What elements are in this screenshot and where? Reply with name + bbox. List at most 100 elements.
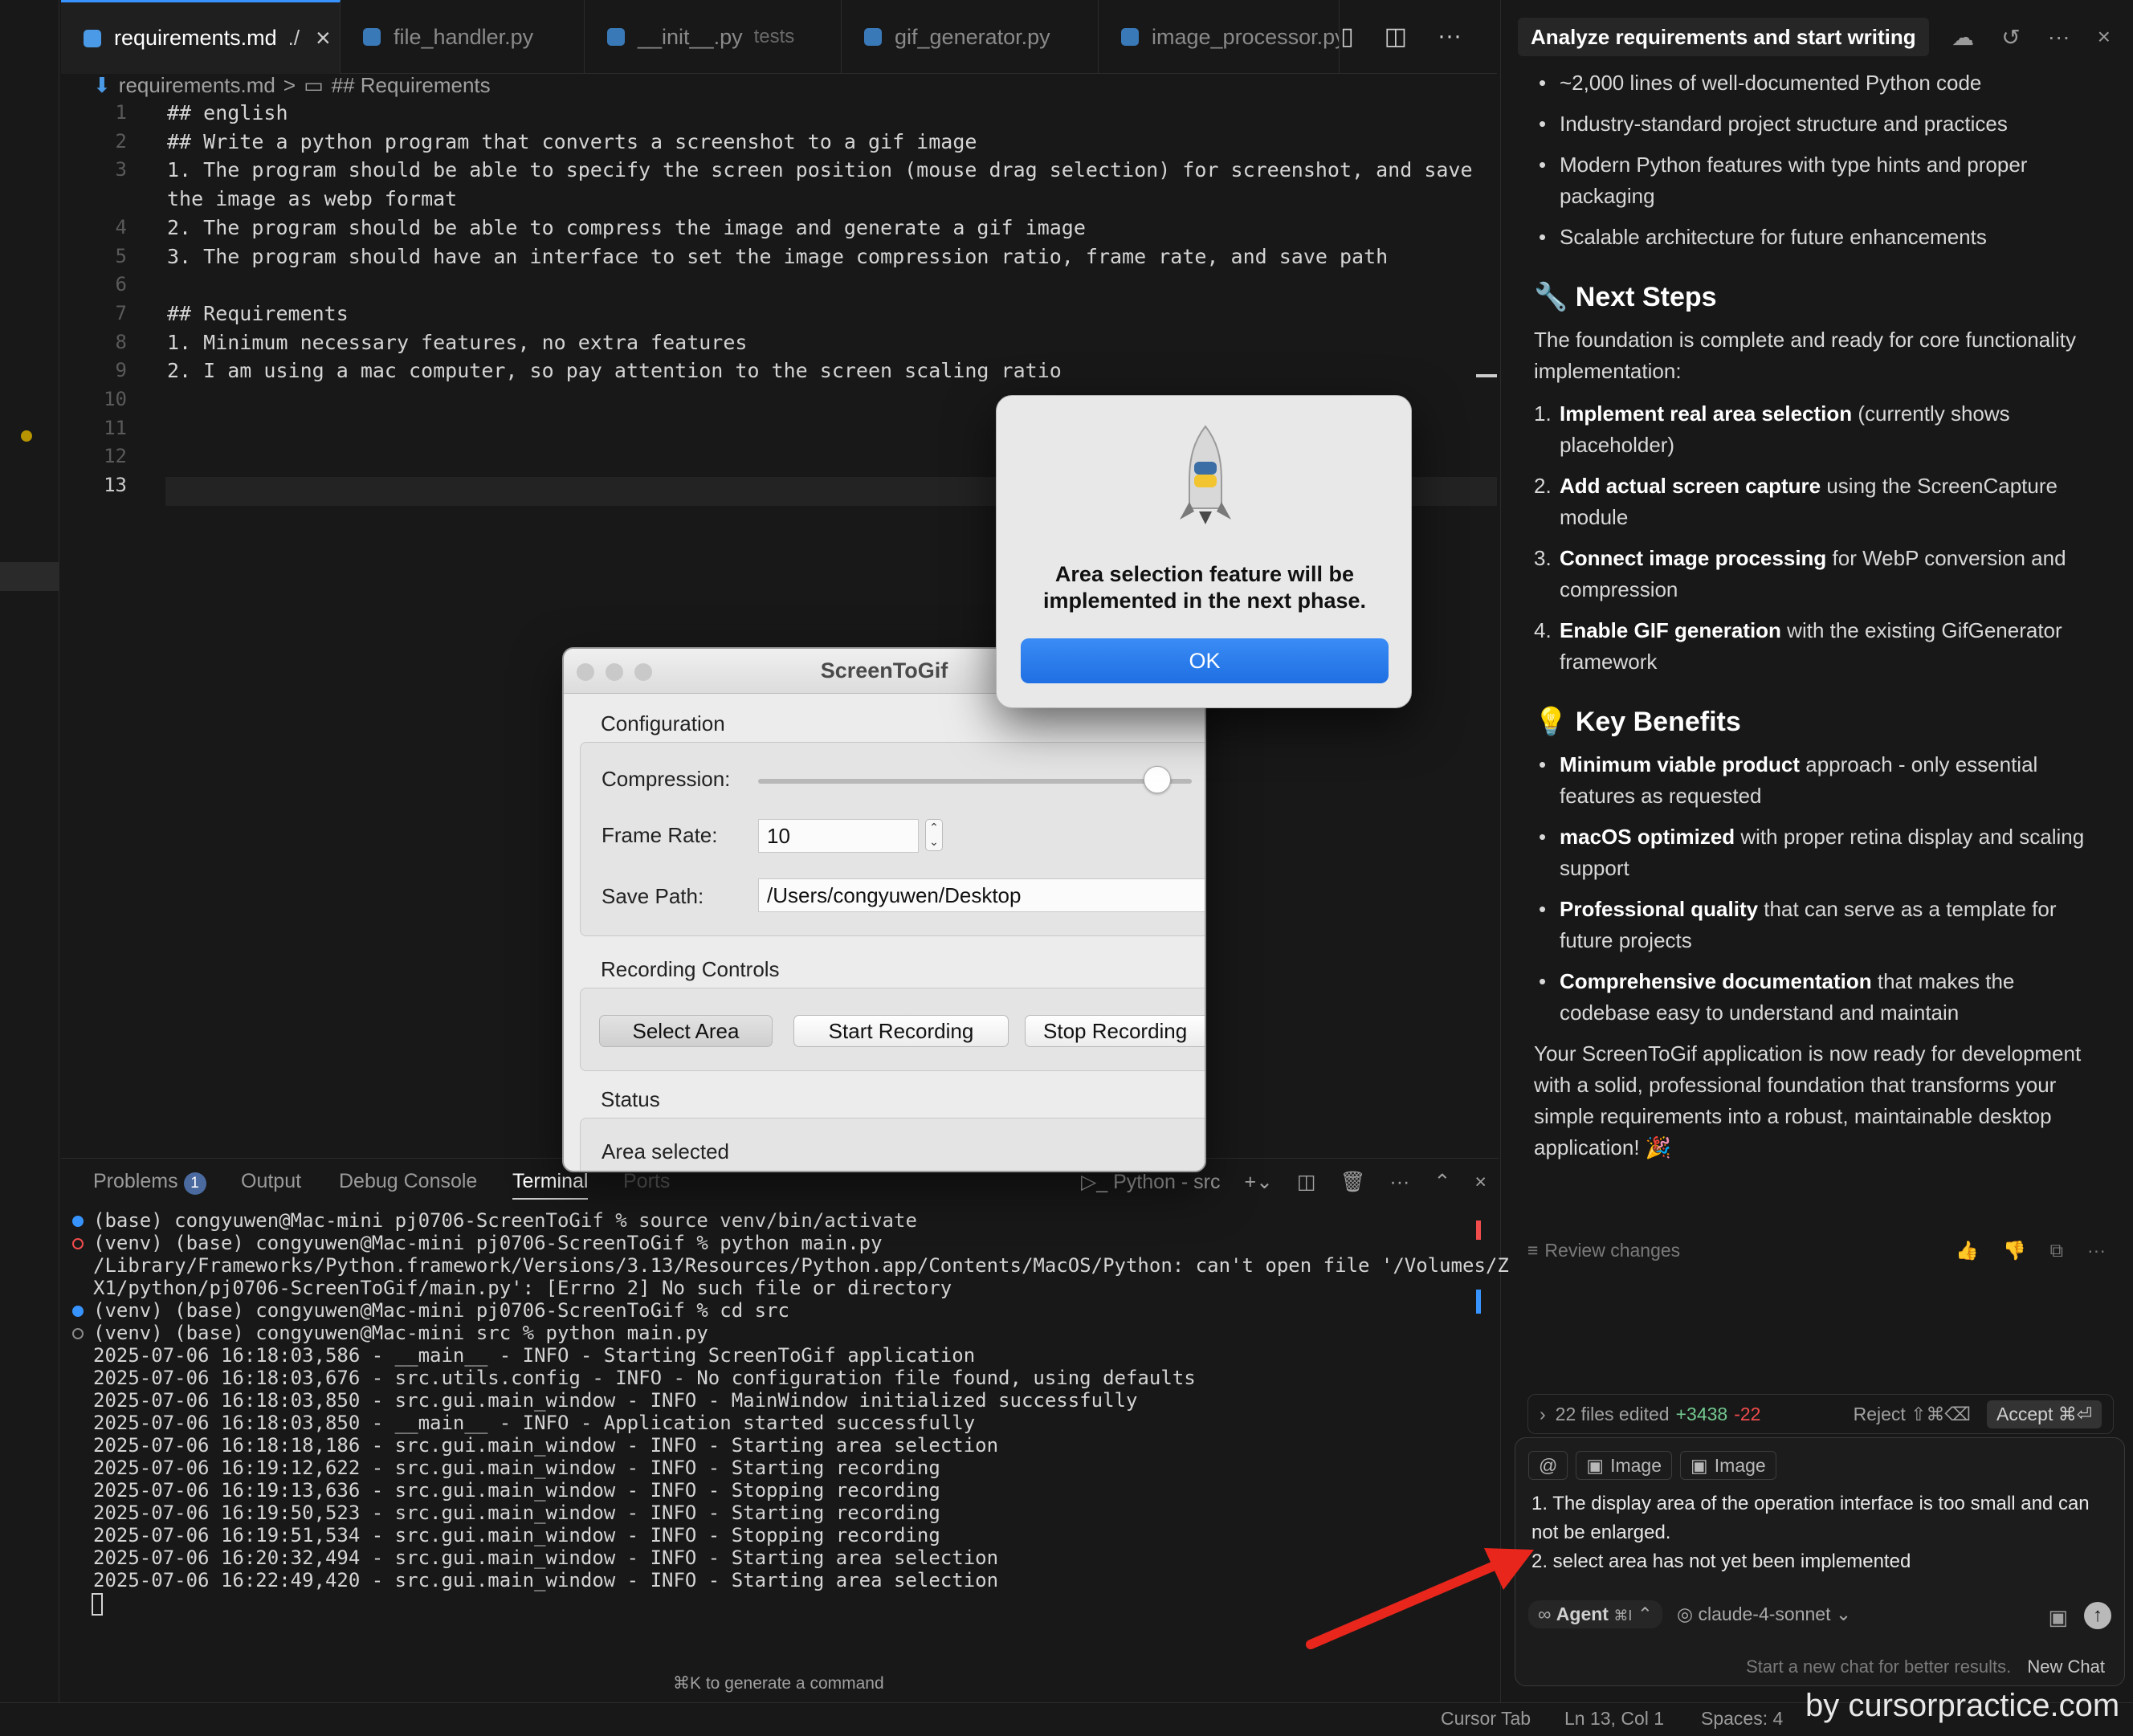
wrench-icon: 🔧 (1534, 282, 1568, 312)
copy-icon[interactable]: ⧉ (2050, 1240, 2063, 1261)
chevron-right-icon[interactable]: › (1540, 1404, 1546, 1425)
tab-requirements-md[interactable]: requirements.md ./ × (61, 0, 341, 74)
breadcrumb-file[interactable]: requirements.md (119, 73, 275, 98)
python-launcher-icon (1180, 425, 1231, 524)
step-bold: Implement real area selection (1560, 401, 1853, 426)
agent-mode-button[interactable]: ∞ Agent ⌘I ⌃ (1528, 1600, 1663, 1628)
command-status-dot[interactable] (72, 1238, 84, 1249)
tab-file-handler-py[interactable]: file_handler.py (341, 0, 585, 74)
tab-label: requirements.md (114, 26, 277, 50)
code-line[interactable]: ## Write a python program that converts … (167, 130, 977, 153)
tab-init-py[interactable]: __init__.py tests (585, 0, 842, 74)
tab-gif-generator-py[interactable]: gif_generator.py (842, 0, 1099, 74)
chat-title[interactable]: Analyze requirements and start writing (1518, 18, 1929, 56)
trash-icon[interactable]: 🗑 (1340, 1171, 1366, 1194)
scroll-marker-info (1476, 1290, 1481, 1314)
command-status-dot[interactable] (72, 1328, 84, 1339)
tab-terminal[interactable]: Terminal (512, 1170, 589, 1200)
more-icon[interactable]: ··· (1389, 1171, 1409, 1194)
cloud-icon[interactable]: ☁ (1952, 24, 1974, 51)
chat-input-box[interactable]: @ ▣ Image ▣ Image 1. The display area of t… (1515, 1437, 2125, 1686)
terminal-line: 2025-07-06 16:19:50,523 - src.gui.main_w… (93, 1502, 940, 1524)
tab-label: __init__.py (638, 24, 743, 49)
summary-bullet: Industry-standard project structure and … (1534, 108, 2088, 140)
tab-ports[interactable]: Ports (623, 1170, 670, 1193)
agent-label: Agent (1556, 1604, 1609, 1624)
files-edited-bar[interactable]: › 22 files edited +3438 -22 Reject ⇧⌘⌫ A… (1527, 1394, 2114, 1434)
stop-recording-button[interactable]: Stop Recording (1025, 1015, 1205, 1047)
accept-button[interactable]: Accept ⌘⏎ (1987, 1400, 2102, 1428)
terminal-icon: ▷_ (1081, 1171, 1114, 1193)
line-number: 4 (115, 215, 127, 238)
more-actions-icon[interactable]: ··· (1438, 22, 1462, 51)
open-preview-icon[interactable]: ▯ (1340, 22, 1354, 51)
more-icon[interactable]: ··· (2087, 1240, 2106, 1261)
compression-slider-knob[interactable] (1143, 766, 1171, 793)
tab-label: gif_generator.py (895, 24, 1050, 49)
close-icon[interactable]: × (2098, 24, 2111, 51)
code-line[interactable]: 3. The program should have an interface … (167, 245, 1388, 268)
step-number: 2. (1534, 474, 1552, 498)
terminal-line: 2025-07-06 16:18:03,586 - __main__ - INF… (93, 1344, 976, 1367)
image-icon: ▣ (1690, 1454, 1708, 1476)
thumbs-down-icon[interactable]: 👎 (2003, 1240, 2026, 1261)
terminal-selector[interactable]: ▷_ Python - src (1081, 1170, 1220, 1194)
frame-rate-input[interactable]: 10 (758, 819, 919, 853)
terminal-line: 2025-07-06 16:18:18,186 - src.gui.main_w… (93, 1434, 999, 1457)
benefit-item: macOS optimized with proper retina displ… (1534, 821, 2088, 884)
start-recording-button[interactable]: Start Recording (793, 1015, 1009, 1047)
split-terminal-icon[interactable]: ◫ (1297, 1170, 1316, 1194)
model-selector[interactable]: ◎ claude-4-sonnet ⌄ (1677, 1604, 1851, 1625)
review-changes-link[interactable]: Review changes (1544, 1240, 1680, 1261)
new-terminal-icon[interactable]: +⌄ (1244, 1170, 1273, 1194)
status-line-col[interactable]: Ln 13, Col 1 (1564, 1708, 1664, 1730)
image-chip[interactable]: ▣ Image (1576, 1451, 1673, 1480)
code-line[interactable]: 1. Minimum necessary features, no extra … (167, 331, 747, 354)
reject-button[interactable]: Reject ⇧⌘⌫ (1854, 1404, 1971, 1425)
line-number: 7 (115, 301, 127, 324)
new-chat-button[interactable]: New Chat (2027, 1657, 2105, 1677)
frame-rate-stepper[interactable]: ⌃ ⌄ (925, 819, 943, 851)
save-path-input[interactable]: /Users/congyuwen/Desktop (758, 878, 1205, 912)
history-icon[interactable]: ↺ (2001, 24, 2020, 51)
chevron-up-icon[interactable]: ⌃ (1434, 1170, 1450, 1194)
python-file-icon (864, 28, 882, 46)
code-line[interactable]: 2. I am using a mac computer, so pay att… (167, 359, 1062, 382)
tab-image-processor-py[interactable]: image_processor.py (1099, 0, 1340, 74)
more-icon[interactable]: ··· (2048, 24, 2070, 51)
close-icon[interactable]: × (1474, 1171, 1487, 1194)
tab-output[interactable]: Output (241, 1170, 301, 1193)
mention-chip[interactable]: @ (1528, 1451, 1568, 1480)
benefit-bold: macOS optimized (1560, 825, 1735, 849)
send-icon[interactable]: ↑ (2084, 1602, 2111, 1629)
code-line[interactable]: ## english (167, 101, 288, 124)
terminal-line: 2025-07-06 16:20:32,494 - src.gui.main_w… (93, 1547, 999, 1569)
code-line[interactable]: 1. The program should be able to specify… (167, 158, 1473, 181)
terminal-line: (base) congyuwen@Mac-mini pj0706-ScreenT… (93, 1209, 917, 1232)
tab-label: Problems (93, 1170, 178, 1192)
command-status-dot[interactable] (72, 1306, 84, 1317)
ok-button[interactable]: OK (1021, 638, 1389, 683)
thumbs-up-icon[interactable]: 👍 (1956, 1240, 1979, 1261)
tab-problems[interactable]: Problems 1 (93, 1170, 206, 1195)
code-line[interactable]: ## Requirements (167, 302, 349, 325)
chip-label: Image (1714, 1454, 1766, 1476)
alert-message: Area selection feature will be implement… (1042, 562, 1367, 613)
tab-debug-console[interactable]: Debug Console (339, 1170, 477, 1193)
list-icon: ≡ (1527, 1240, 1539, 1261)
code-line[interactable]: 2. The program should be able to compres… (167, 216, 1086, 239)
terminal-line: 2025-07-06 16:18:03,850 - __main__ - INF… (93, 1412, 976, 1434)
terminal-line: /Library/Frameworks/Python.framework/Ver… (93, 1254, 1509, 1277)
split-editor-icon[interactable]: ◫ (1385, 22, 1407, 51)
image-chip[interactable]: ▣ Image (1680, 1451, 1776, 1480)
select-area-button[interactable]: Select Area (599, 1015, 773, 1047)
status-spaces[interactable]: Spaces: 4 (1701, 1708, 1783, 1730)
status-cursor-tab[interactable]: Cursor Tab (1441, 1708, 1531, 1730)
breadcrumb-symbol[interactable]: ## Requirements (332, 73, 491, 98)
image-upload-icon[interactable]: ▣ (2048, 1605, 2068, 1630)
command-status-dot[interactable] (72, 1216, 84, 1227)
code-line[interactable]: the image as webp format (167, 187, 457, 210)
breadcrumb-separator: > (283, 72, 296, 97)
close-icon[interactable]: × (316, 23, 331, 53)
compression-slider-track[interactable] (758, 779, 1192, 784)
